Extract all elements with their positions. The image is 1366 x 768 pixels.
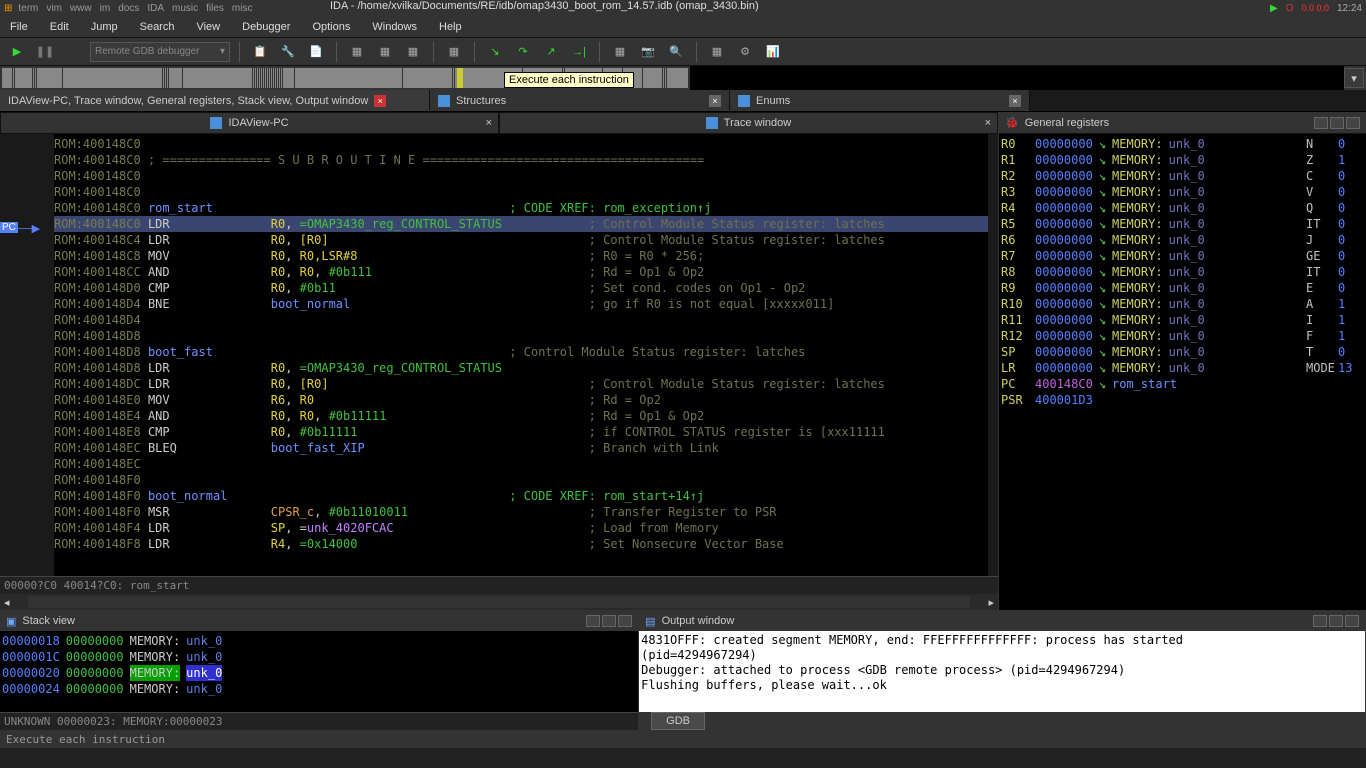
close-button[interactable] xyxy=(1346,117,1360,129)
bug-icon: 🐞 xyxy=(1005,116,1019,129)
task-IDA[interactable]: IDA xyxy=(147,3,164,14)
tooltip: Execute each instruction xyxy=(504,72,634,88)
close-icon[interactable]: × xyxy=(985,117,991,129)
subtab-trace[interactable]: Trace window × xyxy=(499,112,998,134)
menu-search[interactable]: Search xyxy=(140,21,175,33)
desktop-taskbar: ⊞ termvimwwwimdocs IDA music files misc IDA … xyxy=(0,0,1366,16)
menu-help[interactable]: Help xyxy=(439,21,462,33)
tab-enums[interactable]: Enums × xyxy=(730,90,1030,111)
task-docs[interactable]: docs xyxy=(118,3,139,14)
task-files[interactable]: files xyxy=(206,3,224,14)
close-icon[interactable]: × xyxy=(374,95,386,107)
navigation-band[interactable]: ▾ xyxy=(0,66,1366,90)
clock: 12:24 xyxy=(1337,3,1362,14)
gdb-button[interactable]: GDB xyxy=(651,712,705,730)
stop-button[interactable] xyxy=(62,41,84,63)
menu-edit[interactable]: Edit xyxy=(50,21,69,33)
subtab-idaview[interactable]: IDAView-PC × xyxy=(0,112,499,134)
pc-arrow-icon: ──▶ xyxy=(16,222,40,235)
output-icon: ▤ xyxy=(645,615,655,628)
pause-button[interactable]: ❚❚ xyxy=(34,41,56,63)
close-icon[interactable]: × xyxy=(709,95,721,107)
debugger-select[interactable]: Remote GDB debugger▾ xyxy=(90,42,230,62)
registers-panel: 🐞 General registers R000000000 ↘ MEMORY:… xyxy=(998,112,1366,610)
run-button[interactable]: ▶ xyxy=(6,41,28,63)
scrollbar[interactable] xyxy=(988,134,998,576)
toolbar-icon[interactable]: 📋 xyxy=(249,41,271,63)
panel-button[interactable] xyxy=(618,615,632,627)
maximize-button[interactable] xyxy=(1330,117,1344,129)
stack-title: Stack view xyxy=(22,615,75,627)
step-out-button[interactable]: ↗ xyxy=(540,41,562,63)
h-scrollbar[interactable]: ◂▸ xyxy=(0,594,998,610)
view-icon xyxy=(210,117,222,129)
toolbar-icon[interactable]: 📊 xyxy=(762,41,784,63)
task-term[interactable]: term xyxy=(18,3,38,14)
task-list: termvimwwwimdocs IDA music files misc xyxy=(18,3,252,14)
close-icon[interactable]: × xyxy=(486,117,492,129)
menu-jump[interactable]: Jump xyxy=(91,21,118,33)
registers-title: General registers xyxy=(1025,117,1109,129)
menu-file[interactable]: File xyxy=(10,21,28,33)
navband-menu[interactable]: ▾ xyxy=(1344,68,1364,88)
menu-bar: File Edit Jump Search View Debugger Options Win… xyxy=(0,16,1366,38)
task-misc[interactable]: misc xyxy=(232,3,253,14)
output-panel: ▤ Output window 4831OFFF: created segmen… xyxy=(639,611,1366,730)
menu-debugger[interactable]: Debugger xyxy=(242,21,290,33)
run-to-button[interactable]: →| xyxy=(568,41,590,63)
disasm-gutter: PC ──▶ xyxy=(0,134,54,576)
task-vim[interactable]: vim xyxy=(46,3,62,14)
struct-icon xyxy=(438,95,450,107)
tray-opera-icon[interactable]: O xyxy=(1286,3,1294,14)
stack-view[interactable]: 00000018 00000000 MEMORY:unk_00000001C 0… xyxy=(0,631,638,712)
output-view[interactable]: 4831OFFF: created segment MEMORY, end: F… xyxy=(639,631,1365,712)
register-list[interactable]: R000000000 ↘ MEMORY:unk_0R100000000 ↘ ME… xyxy=(1001,136,1300,608)
step-into-button[interactable]: ↘ xyxy=(484,41,506,63)
toolbar-icon[interactable]: 📷 xyxy=(637,41,659,63)
trace-icon xyxy=(706,117,718,129)
panel-button[interactable] xyxy=(602,615,616,627)
menu-view[interactable]: View xyxy=(196,21,220,33)
panel-button[interactable] xyxy=(1345,615,1359,627)
task-im[interactable]: im xyxy=(100,3,111,14)
panel-button[interactable] xyxy=(1313,615,1327,627)
toolbar-icon[interactable]: ▦ xyxy=(374,41,396,63)
menu-options[interactable]: Options xyxy=(312,21,350,33)
task-music[interactable]: music xyxy=(172,3,198,14)
tab-structures[interactable]: Structures × xyxy=(430,90,730,111)
tab-main[interactable]: IDAView-PC, Trace window, General regist… xyxy=(0,90,430,111)
main-toolbar: ▶ ❚❚ Remote GDB debugger▾ 📋 🔧 📄 ▦ ▦ ▦ ▦ … xyxy=(0,38,1366,66)
toolbar-icon[interactable]: 📄 xyxy=(305,41,327,63)
output-title: Output window xyxy=(662,615,735,627)
toolbar-icon[interactable]: ▦ xyxy=(443,41,465,63)
close-icon[interactable]: × xyxy=(1009,95,1021,107)
wm-icon: ⊞ xyxy=(4,3,12,14)
stack-status: UNKNOWN 00000023: MEMORY:00000023 xyxy=(0,712,638,730)
toolbar-icon[interactable]: ▦ xyxy=(706,41,728,63)
command-row: GDB xyxy=(639,712,1365,730)
stack-icon: ▣ xyxy=(6,615,16,628)
menu-windows[interactable]: Windows xyxy=(372,21,417,33)
toolbar-icon[interactable]: ▦ xyxy=(346,41,368,63)
location-bar: 00000?C0 40014?C0: rom_start xyxy=(0,576,998,594)
toolbar-icon[interactable]: ⚙ xyxy=(734,41,756,63)
toolbar-icon[interactable]: 🔧 xyxy=(277,41,299,63)
flags-list[interactable]: N0Z1C0V0Q0IT0J0GE0IT0E0A1I1F1T0MODE13 xyxy=(1300,136,1364,608)
toolbar-icon[interactable]: ▦ xyxy=(609,41,631,63)
status-bar: Execute each instruction xyxy=(0,730,1366,748)
window-title: IDA - /home/xvilka/Documents/RE/idb/omap… xyxy=(330,0,759,12)
tab-strip: IDAView-PC, Trace window, General regist… xyxy=(0,90,1366,112)
minimize-button[interactable] xyxy=(1314,117,1328,129)
tray-play-icon[interactable]: ▶ xyxy=(1270,3,1278,14)
toolbar-icon[interactable]: 🔍 xyxy=(665,41,687,63)
panel-button[interactable] xyxy=(586,615,600,627)
panel-button[interactable] xyxy=(1329,615,1343,627)
enum-icon xyxy=(738,95,750,107)
step-over-button[interactable]: ↷ xyxy=(512,41,534,63)
stack-panel: ▣ Stack view 00000018 00000000 MEMORY:un… xyxy=(0,611,639,730)
cpu-stats: 0.0 0.0 xyxy=(1301,3,1329,13)
task-www[interactable]: www xyxy=(70,3,92,14)
toolbar-icon[interactable]: ▦ xyxy=(402,41,424,63)
disassembly-view[interactable]: ROM:400148C0ROM:400148C0 ; =============… xyxy=(54,134,988,576)
